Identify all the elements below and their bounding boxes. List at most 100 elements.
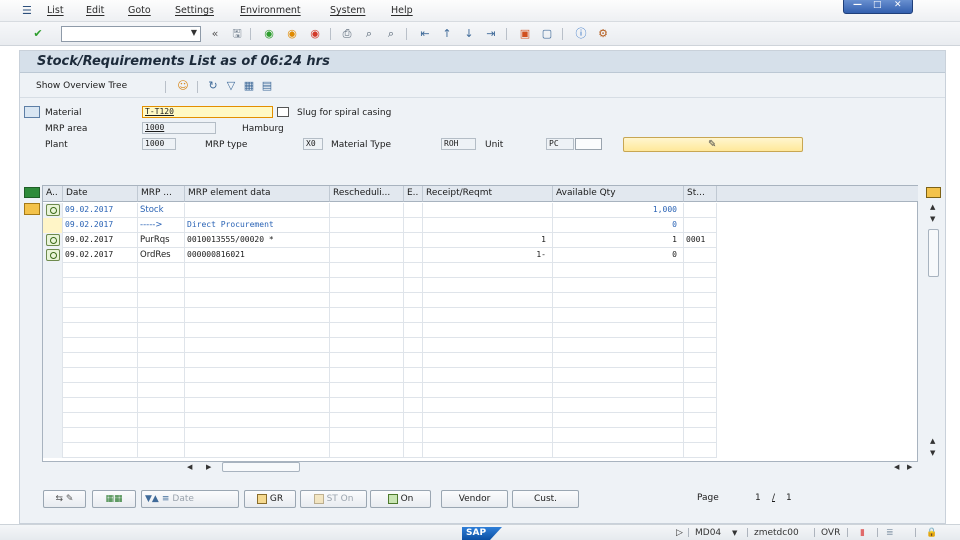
scroll-thumb[interactable] bbox=[928, 229, 939, 277]
table-settings-icon[interactable] bbox=[24, 187, 40, 198]
minimize-icon[interactable]: — bbox=[853, 0, 862, 10]
col-element-data[interactable]: MRP element data bbox=[185, 186, 330, 202]
table-row[interactable]: 09.02.2017 PurRqs 0010013555/00020 * 1 1 0001 bbox=[43, 233, 717, 248]
table-row[interactable] bbox=[43, 413, 717, 428]
table-row[interactable] bbox=[43, 353, 717, 368]
table-row[interactable] bbox=[43, 428, 717, 443]
column-config-icon[interactable] bbox=[926, 187, 941, 198]
menu-edit[interactable]: Edit bbox=[86, 5, 104, 16]
st-on-button[interactable]: ST On bbox=[300, 490, 367, 508]
col-mrp-element[interactable]: MRP ... bbox=[138, 186, 185, 202]
detail-icon[interactable] bbox=[46, 234, 60, 246]
col-rescheduling[interactable]: Rescheduli... bbox=[330, 186, 404, 202]
table-row[interactable] bbox=[43, 278, 717, 293]
scroll-up-icon[interactable]: ▲ bbox=[930, 203, 935, 211]
table-row[interactable] bbox=[43, 308, 717, 323]
horizontal-scrollbar[interactable]: ◀ ▶ bbox=[186, 462, 301, 473]
exit-icon[interactable]: ◉ bbox=[285, 27, 299, 41]
col-a[interactable]: A.. bbox=[43, 186, 63, 202]
find-next-icon[interactable]: ⌕ bbox=[384, 27, 398, 41]
scroll-right-icon[interactable]: ▶ bbox=[206, 463, 211, 471]
close-icon[interactable]: ✕ bbox=[894, 0, 902, 10]
col-available[interactable]: Available Qty bbox=[553, 186, 684, 202]
previous-page-icon[interactable]: ↑ bbox=[440, 27, 454, 41]
back-history-icon[interactable]: « bbox=[208, 27, 222, 41]
page-separator[interactable]: / bbox=[772, 493, 775, 503]
table-row[interactable]: 09.02.2017 OrdRes 000000816021 1- 0 bbox=[43, 248, 717, 263]
help-icon[interactable]: ⓘ bbox=[574, 27, 588, 41]
new-session-icon[interactable]: ▣ bbox=[518, 27, 532, 41]
menu-help[interactable]: Help bbox=[391, 5, 413, 16]
menu-settings[interactable]: Settings bbox=[175, 5, 214, 16]
expand-collapse-button[interactable]: ▦▦ bbox=[92, 490, 136, 508]
scroll-up-bottom-icon[interactable]: ▲ bbox=[930, 437, 935, 445]
table-row[interactable]: 09.02.2017 Stock 1,000 bbox=[43, 203, 717, 218]
transaction-dropdown-icon[interactable]: ▼ bbox=[732, 529, 737, 537]
vertical-scrollbar[interactable]: ▲ ▼ ▲ ▼ bbox=[927, 203, 941, 463]
edit-button[interactable]: ✎ bbox=[623, 137, 803, 152]
transfer-button[interactable]: ⇆ ✎ bbox=[43, 490, 86, 508]
person-icon[interactable]: ☺ bbox=[176, 79, 190, 93]
cell-receipt bbox=[423, 278, 553, 293]
table-row[interactable] bbox=[43, 398, 717, 413]
right-horizontal-scroll[interactable]: ◀ ▶ bbox=[892, 462, 918, 473]
cell-element-data bbox=[185, 278, 330, 293]
menu-goto[interactable]: Goto bbox=[128, 5, 151, 16]
enter-icon[interactable]: ✔ bbox=[31, 27, 45, 41]
table-row[interactable] bbox=[43, 338, 717, 353]
horizontal-scroll-thumb[interactable] bbox=[222, 462, 300, 472]
filter-icon[interactable]: ▽ bbox=[224, 79, 238, 93]
new-folder-icon[interactable] bbox=[24, 203, 40, 215]
cell-reschedule bbox=[330, 413, 404, 428]
system-info-icon[interactable]: ≣ bbox=[886, 528, 894, 538]
table-row[interactable] bbox=[43, 443, 717, 458]
detail-icon[interactable] bbox=[46, 204, 60, 216]
table-row[interactable] bbox=[43, 263, 717, 278]
cancel-icon[interactable]: ◉ bbox=[308, 27, 322, 41]
play-icon[interactable]: ▷ bbox=[676, 528, 683, 538]
calendar-icon[interactable]: ▦ bbox=[242, 79, 256, 93]
material-detail-icon[interactable] bbox=[277, 107, 289, 117]
show-overview-tree-button[interactable]: Show Overview Tree bbox=[36, 81, 127, 91]
material-field[interactable]: T-T120 bbox=[142, 106, 273, 118]
settings-icon[interactable]: ▤ bbox=[260, 79, 274, 93]
table-row[interactable] bbox=[43, 368, 717, 383]
layout-menu-icon[interactable]: ⚙ bbox=[596, 27, 610, 41]
maximize-icon[interactable]: □ bbox=[873, 0, 882, 10]
command-field[interactable]: ▼ bbox=[61, 26, 201, 42]
menu-system[interactable]: System bbox=[330, 5, 365, 16]
table-row[interactable] bbox=[43, 383, 717, 398]
next-page-icon[interactable]: ↓ bbox=[462, 27, 476, 41]
customer-button[interactable]: Cust. bbox=[512, 490, 579, 508]
first-page-icon[interactable]: ⇤ bbox=[418, 27, 432, 41]
table-row[interactable]: 09.02.2017 -----> Direct Procurement 0 bbox=[43, 218, 717, 233]
col-receipt[interactable]: Receipt/Reqmt bbox=[423, 186, 553, 202]
shortcut-icon[interactable]: ▢ bbox=[540, 27, 554, 41]
gr-button[interactable]: GR bbox=[244, 490, 296, 508]
scroll-right-right-icon[interactable]: ▶ bbox=[907, 463, 912, 471]
scroll-down-bottom-icon[interactable]: ▼ bbox=[930, 449, 935, 457]
col-storage[interactable]: St... bbox=[684, 186, 717, 202]
scroll-left-icon[interactable]: ◀ bbox=[187, 463, 192, 471]
material-folder-icon[interactable] bbox=[24, 106, 40, 118]
col-exception[interactable]: E.. bbox=[404, 186, 423, 202]
print-icon[interactable]: ⎙ bbox=[340, 27, 354, 41]
scroll-down-icon[interactable]: ▼ bbox=[930, 215, 935, 223]
menu-environment[interactable]: Environment bbox=[240, 5, 301, 16]
find-icon[interactable]: ⌕ bbox=[362, 27, 376, 41]
last-page-icon[interactable]: ⇥ bbox=[484, 27, 498, 41]
sap-menu-icon[interactable]: ☰ bbox=[22, 4, 32, 17]
date-button[interactable]: ▼▲ ≡ Date bbox=[141, 490, 239, 508]
table-row[interactable] bbox=[43, 323, 717, 338]
col-date[interactable]: Date bbox=[63, 186, 138, 202]
save-icon[interactable]: 🖫 bbox=[230, 27, 244, 41]
menu-list[interactable]: List bbox=[47, 5, 64, 16]
scroll-left-right-icon[interactable]: ◀ bbox=[894, 463, 899, 471]
back-icon[interactable]: ◉ bbox=[262, 27, 276, 41]
on-button[interactable]: On bbox=[370, 490, 431, 508]
detail-icon[interactable] bbox=[46, 249, 60, 261]
chevron-down-icon[interactable]: ▼ bbox=[191, 28, 197, 37]
refresh-icon[interactable]: ↻ bbox=[206, 79, 220, 93]
table-row[interactable] bbox=[43, 293, 717, 308]
vendor-button[interactable]: Vendor bbox=[441, 490, 508, 508]
